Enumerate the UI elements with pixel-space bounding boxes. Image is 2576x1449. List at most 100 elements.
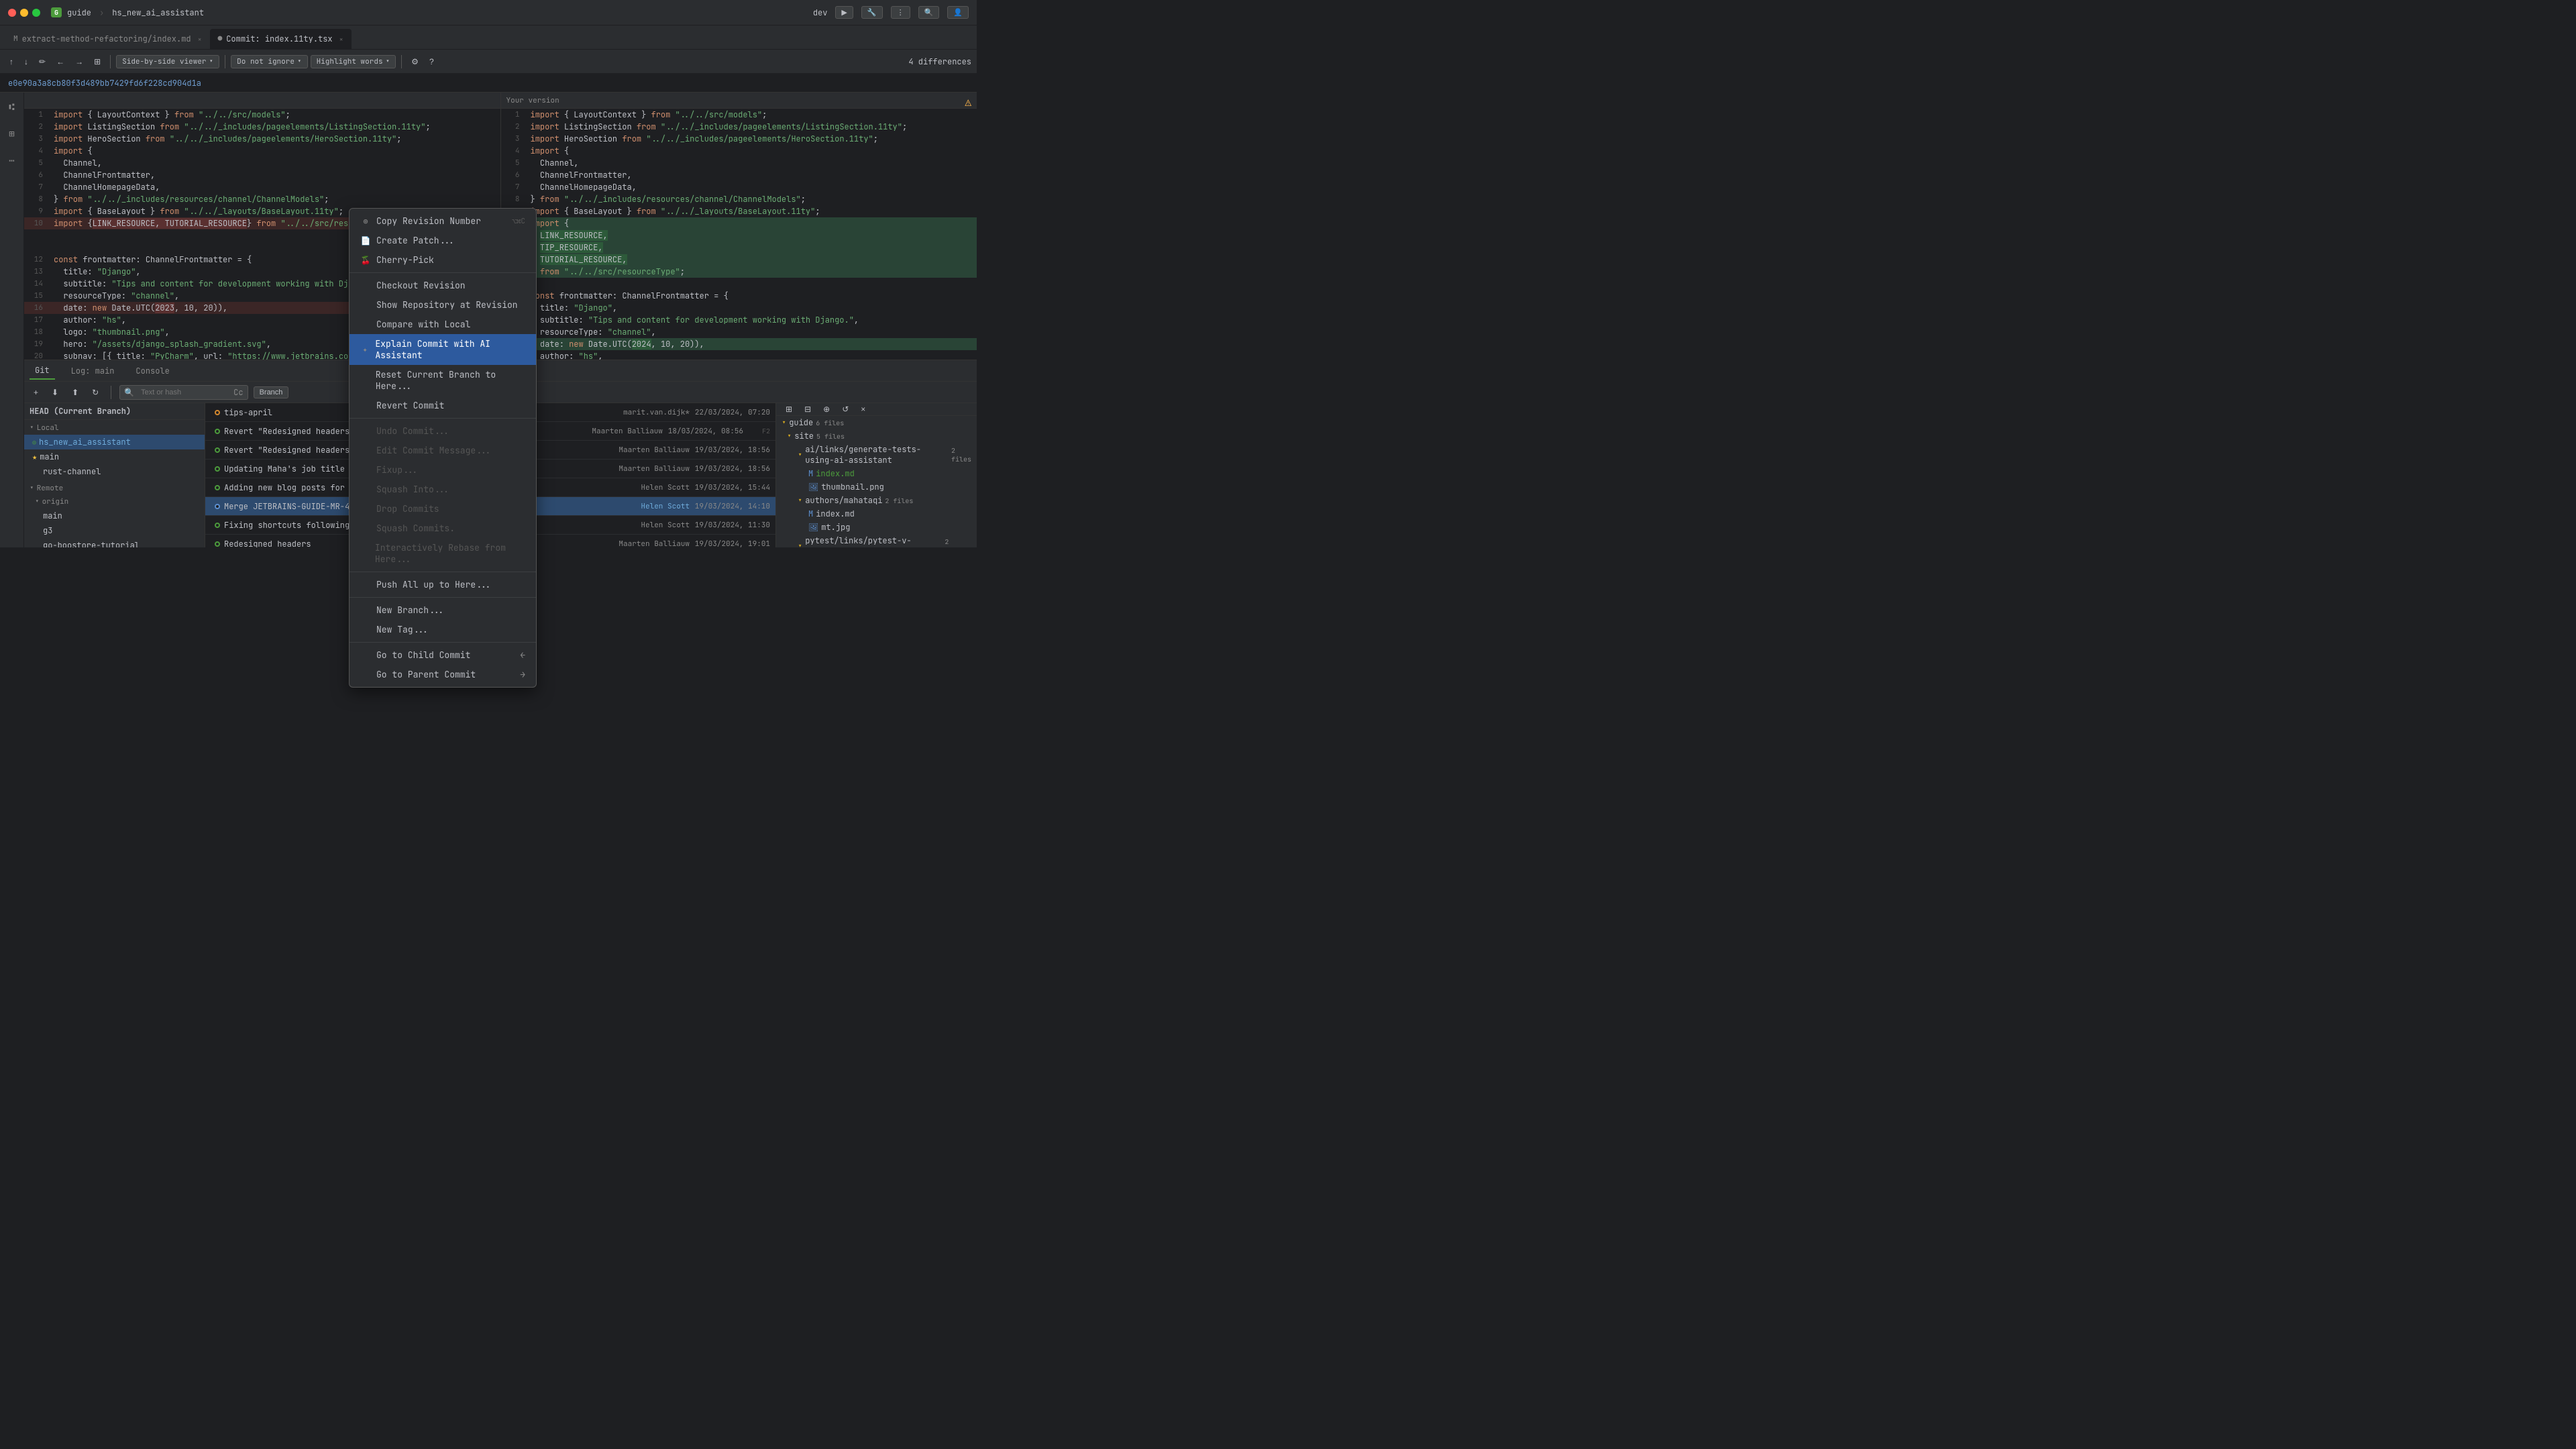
ctx-compare-local[interactable]: Compare with Local [350, 315, 536, 334]
account-button[interactable]: 👤 [947, 6, 969, 19]
commit-search-input[interactable] [137, 387, 231, 398]
tab-commit[interactable]: ● Commit: index.11ty.tsx × [210, 29, 352, 49]
ctx-explain-ai[interactable]: ✦ Explain Commit with AI Assistant [350, 334, 536, 365]
remote-g3[interactable]: g3 [24, 523, 205, 538]
remote-main[interactable]: main [24, 508, 205, 523]
code-line: 3import HeroSection from "../../_include… [501, 133, 977, 145]
ctx-goto-parent-label: Go to Parent Commit [376, 669, 476, 680]
highlight-dropdown[interactable]: Highlight words ▾ [311, 55, 396, 68]
branch-name-hs: hs_new_ai_assistant [39, 437, 131, 447]
remote-boostore[interactable]: go-boostore-tutorial [24, 538, 205, 547]
sidebar-explorer-icon[interactable]: ⊞ [3, 125, 21, 144]
file-tree-ai-links[interactable]: ▾ ai/links/generate-tests-using-ai-assis… [776, 443, 977, 467]
context-menu: ⊕ Copy Revision Number ⌥⌘C 📄 Create Patc… [349, 208, 537, 688]
ctx-new-branch-label: New Branch... [376, 604, 444, 616]
close-panel-button[interactable]: × [857, 403, 869, 415]
branch-filter-button[interactable]: Branch [254, 386, 289, 398]
ctx-reset-branch[interactable]: Reset Current Branch to Here... [350, 365, 536, 396]
file-tree-mt-jpg[interactable]: 🖼 mt.jpg [776, 521, 977, 534]
tab-log-main[interactable]: Log: main [66, 363, 120, 379]
ctx-sep-2 [350, 418, 536, 419]
search-bar[interactable]: 🔍 Cc [119, 385, 248, 400]
branch-hs-new-ai[interactable]: ⊙ hs_new_ai_assistant [24, 435, 205, 449]
right-branch: dev [813, 7, 828, 18]
view-mode-dropdown[interactable]: Side-by-side viewer ▾ [116, 55, 219, 68]
ctx-cherry-pick[interactable]: 🍒 Cherry-Pick [350, 250, 536, 270]
code-line: 6 ChannelFrontmatter, [501, 169, 977, 181]
collapse-all-button[interactable]: ⊟ [800, 403, 815, 415]
expand-all-button[interactable]: ⊞ [782, 403, 796, 415]
view-options-button[interactable]: ⊞ [90, 56, 105, 68]
head-label: HEAD (Current Branch) [24, 403, 205, 420]
commit-hash: F2 [743, 427, 770, 435]
file-tree-pytest[interactable]: ▾ pytest/links/pytest-v-unittest 2 files [776, 534, 977, 547]
commit-dot-icon [215, 504, 220, 509]
tab-console[interactable]: Console [130, 363, 174, 379]
minimize-button[interactable] [20, 9, 28, 17]
ctx-create-patch-label: Create Patch... [376, 235, 455, 246]
file-tree-site[interactable]: ▾ site 5 files [776, 429, 977, 443]
file-tree-guide[interactable]: ▾ guide 6 files [776, 416, 977, 429]
titlebar-right: dev ▶ 🔧 ⋮ 🔍 👤 [813, 6, 969, 19]
code-line: 18 subtitle: "Tips and content for devel… [501, 314, 977, 326]
commit-date: 19/03/2024, 14:10 [690, 502, 770, 511]
edit-button[interactable]: ✏ [35, 56, 50, 68]
show-diff-button[interactable]: ⊕ [819, 403, 834, 415]
local-header[interactable]: ▾ Local [24, 421, 205, 435]
chevron-down-icon-remote: ▾ [30, 484, 34, 493]
settings-button[interactable]: ⚙ [407, 56, 423, 68]
prev-diff-button[interactable]: ← [52, 56, 68, 68]
tab-git[interactable]: Git [30, 362, 55, 380]
search-button[interactable]: 🔍 [918, 6, 940, 19]
ctx-revert[interactable]: Revert Commit [350, 396, 536, 415]
branch-rust-channel[interactable]: rust-channel [24, 464, 205, 479]
close-button[interactable] [8, 9, 16, 17]
ctx-checkout[interactable]: Checkout Revision [350, 276, 536, 295]
ctx-create-patch[interactable]: 📄 Create Patch... [350, 231, 536, 250]
ctx-show-repo[interactable]: Show Repository at Revision [350, 295, 536, 315]
commit-dot-icon [215, 485, 220, 490]
file-tree-index-md[interactable]: M index.md [776, 467, 977, 480]
tools-button[interactable]: 🔧 [861, 6, 883, 19]
ctx-goto-child[interactable]: Go to Child Commit ← [350, 645, 536, 665]
ctx-copy-revision[interactable]: ⊕ Copy Revision Number ⌥⌘C [350, 211, 536, 231]
folder-icon: ▾ [798, 541, 802, 547]
file-tree-author-index[interactable]: M index.md [776, 507, 977, 521]
file-tree-authors[interactable]: ▾ authors/mahataqi 2 files [776, 494, 977, 507]
ctx-drop: Drop Commits [350, 499, 536, 519]
breadcrumb-path: e0e90a3a8cb80f3d489bb7429fd6f228cd904d1a [8, 78, 201, 89]
sidebar-git-icon[interactable]: ⑆ [3, 98, 21, 117]
remote-header[interactable]: ▾ Remote [24, 482, 205, 495]
nav-down-button[interactable]: ↓ [20, 56, 32, 68]
run-button[interactable]: ▶ [835, 6, 853, 19]
ctx-reset-branch-label: Reset Current Branch to Here... [376, 369, 525, 392]
commit-date: 19/03/2024, 15:44 [690, 483, 770, 492]
ctx-new-branch[interactable]: New Branch... [350, 600, 536, 620]
tab-close-1[interactable]: × [198, 35, 202, 44]
ctx-new-tag[interactable]: New Tag... [350, 620, 536, 639]
push-button[interactable]: ⬆ [68, 386, 83, 398]
update-button[interactable]: ↻ [88, 386, 103, 398]
file-count-ai: 2 files [951, 446, 971, 464]
next-diff-button[interactable]: → [71, 56, 87, 68]
tab-close-2[interactable]: × [339, 35, 343, 44]
help-button[interactable]: ? [425, 56, 438, 68]
sidebar-more-icon[interactable]: ⋯ [3, 152, 21, 170]
ctx-interactive-rebase: Interactively Rebase from Here... [350, 538, 536, 569]
fetch-button[interactable]: ⬇ [48, 386, 62, 398]
origin-header[interactable]: ▾ origin [24, 495, 205, 508]
diff-panel-right: Your version ⚠ 1import { LayoutContext }… [500, 93, 977, 360]
ctx-goto-parent[interactable]: Go to Parent Commit → [350, 665, 536, 684]
ctx-push-up[interactable]: Push All up to Here... [350, 575, 536, 594]
add-branch-button[interactable]: + [30, 386, 42, 398]
refresh-button[interactable]: ↺ [838, 403, 853, 415]
commit-date: 18/03/2024, 08:56 [663, 427, 743, 436]
tab-extract-method[interactable]: M extract-method-refactoring/index.md × [5, 29, 210, 49]
ignore-dropdown[interactable]: Do not ignore ▾ [231, 55, 307, 68]
commit-dot-icon [215, 447, 220, 453]
more-button[interactable]: ⋮ [891, 6, 910, 19]
file-tree-thumbnail[interactable]: 🖼 thumbnail.png [776, 480, 977, 494]
nav-back-button[interactable]: ↑ [5, 56, 17, 68]
maximize-button[interactable] [32, 9, 40, 17]
branch-main[interactable]: ★ main [24, 449, 205, 464]
